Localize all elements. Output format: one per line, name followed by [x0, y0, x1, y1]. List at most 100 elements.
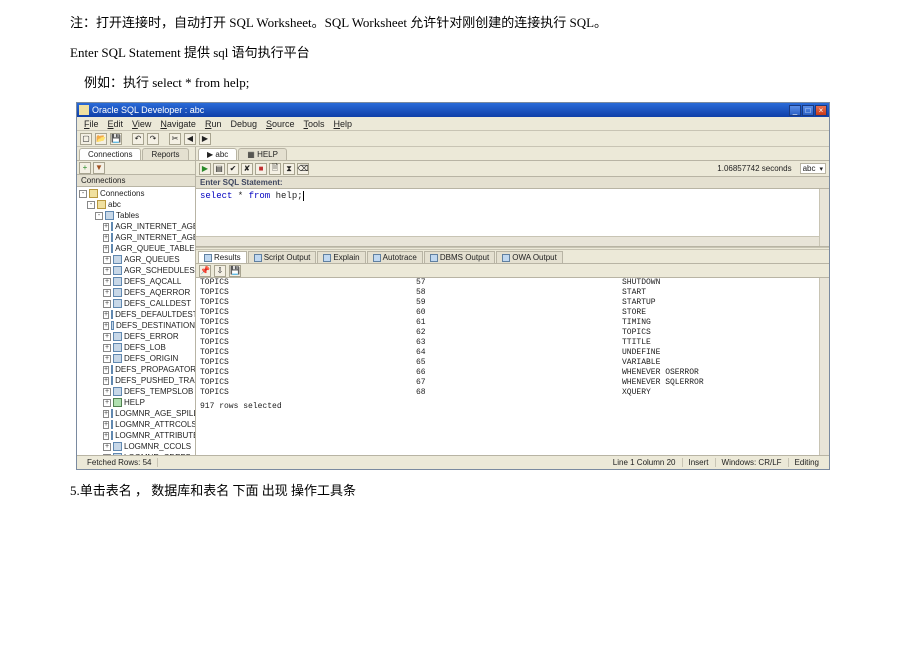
tree-table-item[interactable]: +AGR_INTERNET_AGENTS [77, 232, 195, 243]
commit-icon[interactable]: ✔ [227, 163, 239, 175]
fwd-icon[interactable]: ▶ [199, 133, 211, 145]
tree-table-item[interactable]: +LOGMNR_ATTRCOLS [77, 419, 195, 430]
tree-table-item[interactable]: +AGR_INTERNET_AGENT_PRIVS [77, 221, 195, 232]
tree-tables[interactable]: Tables [116, 210, 139, 221]
tree-table-item[interactable]: +DEFS_DEFAULTDEST [77, 309, 195, 320]
expand-icon[interactable]: + [103, 454, 111, 456]
connection-dropdown[interactable]: abc▾ [800, 163, 826, 174]
tree-table-item[interactable]: +DEFS_AQCALL [77, 276, 195, 287]
table-row[interactable]: TOPICS62TOPICS [196, 328, 829, 338]
expand-icon[interactable]: + [103, 377, 109, 385]
undo-icon[interactable]: ↶ [132, 133, 144, 145]
table-row[interactable]: TOPICS66WHENEVER OSERROR [196, 368, 829, 378]
menu-edit[interactable]: Edit [104, 119, 128, 129]
horizontal-scrollbar[interactable] [196, 236, 819, 246]
expand-icon[interactable]: + [103, 366, 109, 374]
tab-owa-output[interactable]: OWA Output [496, 251, 563, 263]
redo-icon[interactable]: ↷ [147, 133, 159, 145]
pin-icon[interactable]: 📌 [199, 265, 211, 277]
expand-icon[interactable]: + [103, 333, 111, 341]
run-script-icon[interactable]: ▤ [213, 163, 225, 175]
table-row[interactable]: TOPICS58START [196, 288, 829, 298]
expand-icon[interactable]: + [103, 399, 111, 407]
title-bar[interactable]: Oracle SQL Developer : abc _ □ × [77, 103, 829, 117]
menu-source[interactable]: Source [262, 119, 299, 129]
tab-results[interactable]: Results [198, 251, 247, 263]
cancel-icon[interactable]: ■ [255, 163, 267, 175]
close-button[interactable]: × [815, 105, 827, 116]
tree-db[interactable]: abc [108, 199, 121, 210]
menu-view[interactable]: View [128, 119, 155, 129]
table-row[interactable]: TOPICS57SHUTDOWN [196, 278, 829, 288]
open-icon[interactable]: 📂 [95, 133, 107, 145]
expand-icon[interactable]: + [103, 388, 111, 396]
menu-help[interactable]: Help [330, 119, 357, 129]
tab-connections[interactable]: Connections [79, 148, 141, 160]
tab-reports[interactable]: Reports [142, 148, 188, 160]
connections-tree[interactable]: - Connections - abc - Tables +AGR_INTERN… [77, 187, 195, 455]
tree-table-item[interactable]: +AGR_QUEUES [77, 254, 195, 265]
tree-table-item[interactable]: +LOGMNR_AGE_SPILLS [77, 408, 195, 419]
expand-icon[interactable]: + [103, 344, 111, 352]
expand-icon[interactable]: + [103, 421, 109, 429]
tab-autotrace[interactable]: Autotrace [367, 251, 423, 263]
tab-explain[interactable]: Explain [317, 251, 365, 263]
minimize-button[interactable]: _ [789, 105, 801, 116]
expand-icon[interactable]: + [103, 267, 111, 275]
table-row[interactable]: TOPICS59STARTUP [196, 298, 829, 308]
tree-connections-root[interactable]: Connections [100, 188, 144, 199]
save-icon[interactable]: 💾 [110, 133, 122, 145]
vertical-scrollbar[interactable] [819, 189, 829, 246]
table-row[interactable]: TOPICS63TTITLE [196, 338, 829, 348]
tree-table-item[interactable]: +LOGMNR_CCOLS [77, 441, 195, 452]
expand-icon[interactable]: + [103, 322, 109, 330]
tree-table-item[interactable]: +HELP [77, 397, 195, 408]
grid-vertical-scrollbar[interactable] [819, 278, 829, 455]
expand-icon[interactable]: + [103, 300, 111, 308]
menu-debug[interactable]: Debug [226, 119, 261, 129]
table-row[interactable]: TOPICS67WHENEVER SQLERROR [196, 378, 829, 388]
table-row[interactable]: TOPICS65VARIABLE [196, 358, 829, 368]
expand-icon[interactable]: + [103, 278, 111, 286]
tree-table-item[interactable]: +DEFS_PROPAGATOR [77, 364, 195, 375]
new-conn-icon[interactable]: + [79, 162, 91, 174]
worksheet-tab-help[interactable]: ▦ HELP [238, 148, 287, 160]
tree-table-item[interactable]: +AGR_SCHEDULES [77, 265, 195, 276]
expand-icon[interactable]: + [103, 223, 109, 231]
export-icon[interactable]: ⇩ [214, 265, 226, 277]
expand-icon[interactable]: - [95, 212, 103, 220]
tree-table-item[interactable]: +DEFS_DESTINATION [77, 320, 195, 331]
table-row[interactable]: TOPICS61TIMING [196, 318, 829, 328]
tab-dbms-output[interactable]: DBMS Output [424, 251, 495, 263]
tree-table-item[interactable]: +DEFS_ERROR [77, 331, 195, 342]
clear-icon[interactable]: ⌫ [297, 163, 309, 175]
autotrace-icon[interactable]: ⧗ [283, 163, 295, 175]
worksheet-tab-abc[interactable]: ▶ abc [198, 148, 237, 160]
tree-table-item[interactable]: +LOGMNR_ATTRIBUTES [77, 430, 195, 441]
expand-icon[interactable]: + [103, 355, 111, 363]
expand-icon[interactable]: + [103, 443, 111, 451]
menu-file[interactable]: FFileile [80, 119, 103, 129]
menu-run[interactable]: Run [201, 119, 226, 129]
expand-icon[interactable]: + [103, 289, 111, 297]
table-row[interactable]: TOPICS64UNDEFINE [196, 348, 829, 358]
tree-table-item[interactable]: +DEFS_PUSHED_TRANSACTIONS [77, 375, 195, 386]
tree-table-item[interactable]: +DEFS_ORIGIN [77, 353, 195, 364]
expand-icon[interactable]: + [103, 432, 109, 440]
expand-icon[interactable]: + [103, 256, 111, 264]
expand-icon[interactable]: + [103, 311, 109, 319]
new-icon[interactable]: ▢ [80, 133, 92, 145]
tree-table-item[interactable]: +LOGMNR_CDEFS [77, 452, 195, 455]
cut-icon[interactable]: ✂ [169, 133, 181, 145]
expand-icon[interactable]: - [79, 190, 87, 198]
expand-icon[interactable]: + [103, 234, 109, 242]
tree-table-item[interactable]: +DEFS_LOB [77, 342, 195, 353]
explain-icon[interactable]: 🗎 [269, 163, 281, 175]
save-grid-icon[interactable]: 💾 [229, 265, 241, 277]
expand-icon[interactable]: + [103, 410, 109, 418]
menu-navigate[interactable]: Navigate [156, 119, 200, 129]
tree-table-item[interactable]: +DEFS_TEMPSLOB [77, 386, 195, 397]
tree-table-item[interactable]: +DEFS_AQERROR [77, 287, 195, 298]
menu-tools[interactable]: Tools [300, 119, 329, 129]
tab-script-output[interactable]: Script Output [248, 251, 317, 263]
